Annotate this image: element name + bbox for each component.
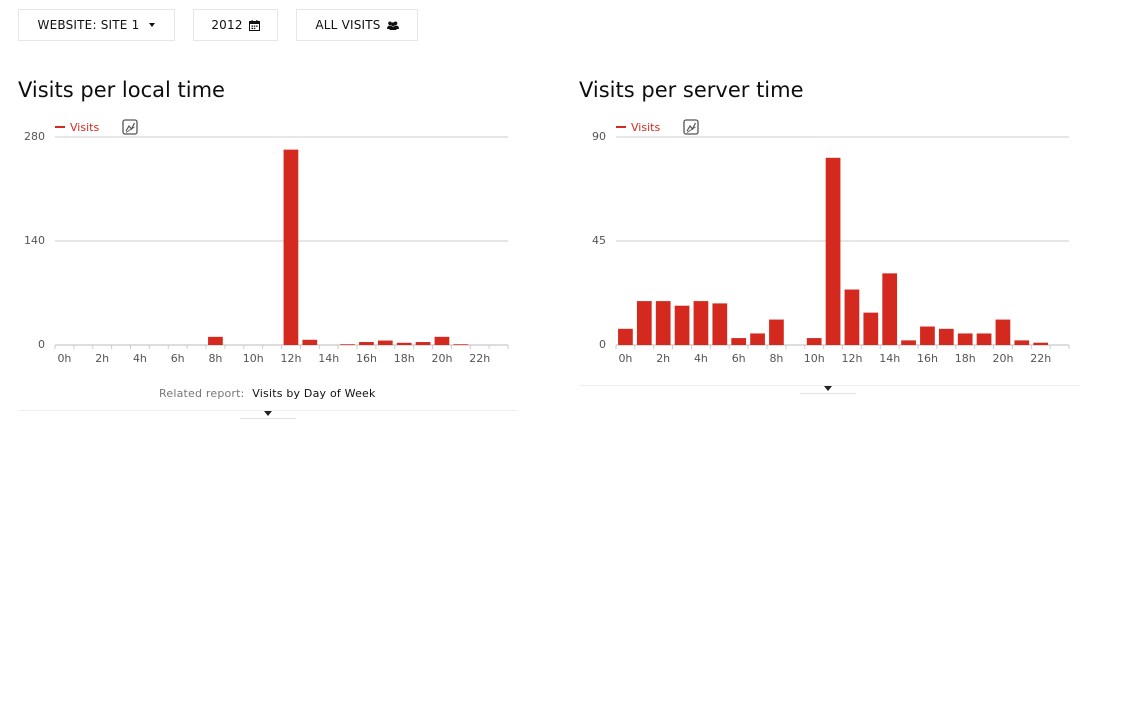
x-tick-label: 4h	[694, 352, 708, 365]
x-tick-label: 0h	[618, 352, 632, 365]
x-tick-label: 14h	[879, 352, 900, 365]
bar[interactable]	[618, 328, 633, 345]
x-tick-label: 6h	[732, 352, 746, 365]
bar[interactable]	[208, 336, 223, 345]
site-selector-button[interactable]: WEBSITE: SITE 1	[18, 9, 175, 41]
x-tick-label: 18h	[955, 352, 976, 365]
bar[interactable]	[283, 149, 299, 345]
bar[interactable]	[415, 342, 431, 345]
bar[interactable]	[750, 333, 765, 345]
x-tick-label: 2h	[656, 352, 670, 365]
bar[interactable]	[377, 340, 393, 345]
widget-server-time: Visits per server time Visits 0 45 90 0h 2h 4h…	[579, 70, 1079, 430]
period-selector-button[interactable]: 2012	[193, 9, 278, 41]
x-tick-label: 20h	[431, 352, 452, 365]
x-tick-label: 16h	[356, 352, 377, 365]
widget-expand-button[interactable]	[240, 410, 296, 419]
y-tick-label: 0	[599, 338, 606, 351]
bar[interactable]	[693, 301, 709, 345]
bar[interactable]	[920, 326, 935, 345]
x-tick-label: 8h	[208, 352, 222, 365]
caret-down-icon	[149, 23, 156, 27]
x-tick-label: 0h	[57, 352, 71, 365]
users-icon	[386, 21, 399, 30]
bar[interactable]	[976, 333, 992, 345]
bar-chart-local-time: Visits 0 140 280 0h 2h 4h 6h 8h 10h 12h 14h 16h 18h 20…	[18, 115, 518, 365]
x-tick-label: 20h	[992, 352, 1013, 365]
bar[interactable]	[957, 333, 973, 345]
site-selector-label: WEBSITE: SITE 1	[37, 18, 140, 32]
bar[interactable]	[1033, 342, 1049, 345]
y-tick-label: 280	[24, 130, 45, 143]
bar[interactable]	[1014, 340, 1030, 345]
y-tick-label: 0	[38, 338, 45, 351]
bar[interactable]	[674, 305, 690, 345]
x-tick-label: 22h	[1030, 352, 1051, 365]
chart-svg-server-time: Visits 0 45 90 0h 2h 4h 6h 8h 10h 12h 14h 16h 18h 20h 2…	[592, 119, 1070, 365]
bar[interactable]	[863, 312, 879, 345]
x-tick-label: 8h	[769, 352, 783, 365]
bar-chart-server-time: Visits 0 45 90 0h 2h 4h 6h 8h 10h 12h 14h 16h 18h 20h 2…	[579, 115, 1079, 365]
x-tick-label: 18h	[394, 352, 415, 365]
bar[interactable]	[995, 319, 1011, 345]
bar[interactable]	[636, 301, 652, 345]
evolution-graph-icon[interactable]	[683, 119, 699, 135]
widget-title: Visits per server time	[579, 78, 804, 102]
segment-selector-button[interactable]: ALL VISITS	[296, 9, 418, 41]
widget-local-time: Visits per local time Visits 0 140 280 0h 2h 4…	[18, 70, 518, 430]
chart-legend[interactable]: Visits	[55, 121, 99, 134]
bar[interactable]	[655, 301, 671, 345]
bar[interactable]	[844, 289, 860, 345]
evolution-graph-icon[interactable]	[122, 119, 138, 135]
x-tick-label: 14h	[318, 352, 339, 365]
y-tick-label: 45	[592, 234, 606, 247]
x-tick-label: 12h	[841, 352, 862, 365]
bar[interactable]	[453, 344, 469, 345]
related-report-label: Related report:	[159, 387, 245, 400]
y-tick-label: 140	[24, 234, 45, 247]
x-tick-label: 6h	[171, 352, 185, 365]
bar[interactable]	[731, 338, 747, 345]
x-tick-label: 12h	[280, 352, 301, 365]
widget-expand-button[interactable]	[800, 385, 856, 394]
caret-down-icon	[824, 386, 832, 391]
bar[interactable]	[359, 342, 374, 345]
legend-label[interactable]: Visits	[631, 121, 660, 134]
bar[interactable]	[825, 157, 841, 345]
x-tick-label: 10h	[804, 352, 825, 365]
bar[interactable]	[396, 342, 412, 345]
chart-legend[interactable]: Visits	[616, 121, 660, 134]
bar[interactable]	[769, 319, 784, 345]
x-tick-label: 22h	[469, 352, 490, 365]
period-selector-label: 2012	[211, 18, 243, 32]
bar[interactable]	[806, 338, 822, 345]
x-tick-label: 10h	[243, 352, 264, 365]
bar[interactable]	[882, 273, 898, 345]
bar[interactable]	[340, 344, 355, 345]
related-report-link[interactable]: Visits by Day of Week	[252, 387, 375, 400]
x-tick-label: 2h	[95, 352, 109, 365]
x-tick-label: 16h	[917, 352, 938, 365]
bar[interactable]	[712, 303, 728, 345]
related-report: Related report: Visits by Day of Week	[159, 387, 376, 400]
segment-selector-label: ALL VISITS	[315, 18, 381, 32]
legend-label[interactable]: Visits	[70, 121, 99, 134]
widget-title: Visits per local time	[18, 78, 225, 102]
x-tick-label: 4h	[133, 352, 147, 365]
y-tick-label: 90	[592, 130, 606, 143]
bar[interactable]	[901, 340, 916, 345]
caret-down-icon	[264, 411, 272, 416]
calendar-icon	[248, 19, 260, 31]
chart-svg-local-time: Visits 0 140 280 0h 2h 4h 6h 8h 10h 12h 14h 16h 18h 20…	[24, 119, 509, 365]
bar[interactable]	[938, 328, 954, 345]
bar[interactable]	[302, 339, 318, 345]
bar[interactable]	[434, 336, 450, 345]
